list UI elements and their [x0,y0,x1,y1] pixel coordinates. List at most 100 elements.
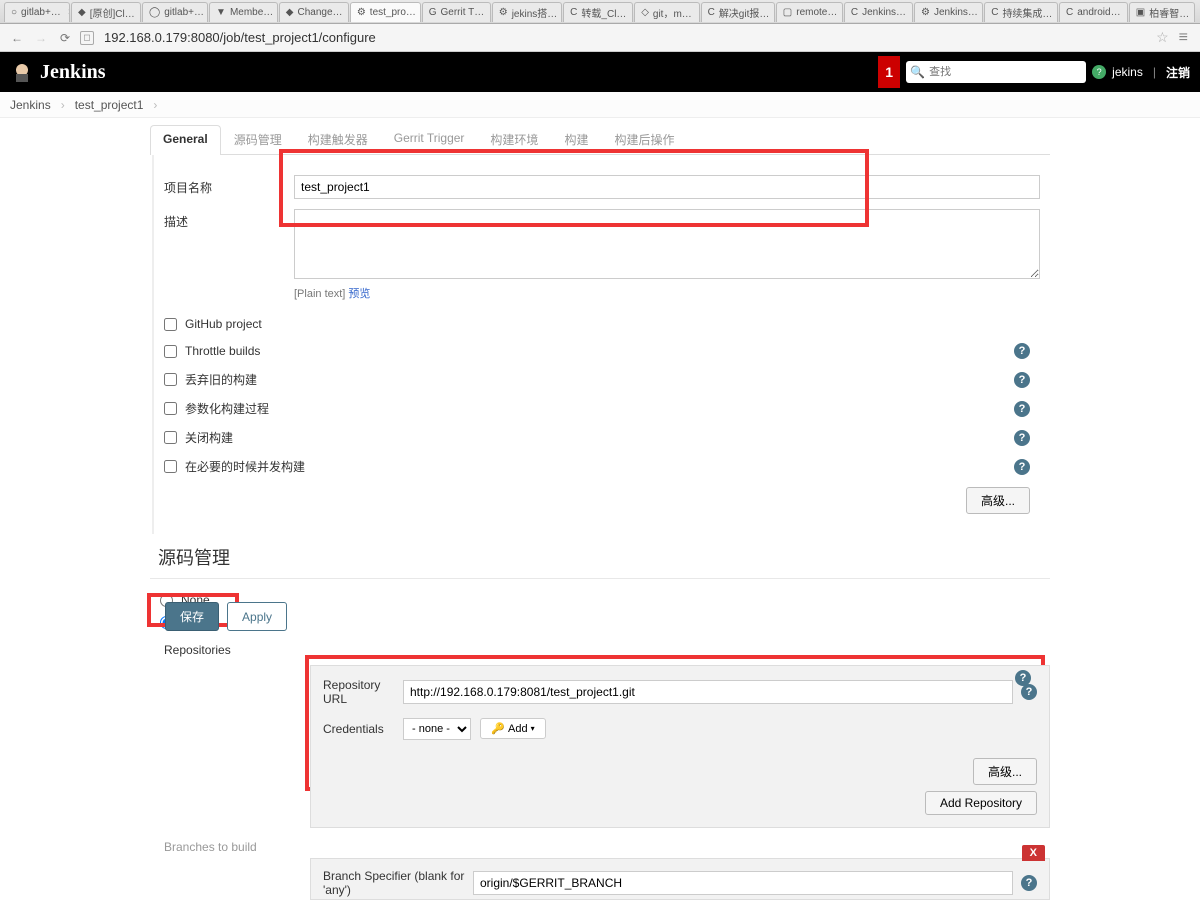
option-checkbox[interactable] [164,345,177,358]
notification-badge[interactable]: 1 [878,56,900,88]
browser-tab[interactable]: ⚙Jenkins…× [914,2,983,22]
browser-menu-icon[interactable]: ≡ [1175,29,1192,47]
config-tab[interactable]: 构建环境 [477,124,551,154]
delete-branch-button[interactable]: X [1022,845,1045,861]
config-tab[interactable]: Gerrit Trigger [381,124,478,154]
help-icon[interactable]: ? [1021,684,1037,700]
browser-tab[interactable]: ○ gitlab+… × [4,2,70,22]
advanced-button[interactable]: 高级... [966,487,1030,514]
apply-button[interactable]: Apply [227,602,287,631]
jenkins-logo-text[interactable]: Jenkins [40,61,106,84]
tab-title: gitlab+… [21,7,61,18]
add-repository-button[interactable]: Add Repository [925,791,1037,815]
browser-tab[interactable]: C转载_Cl…× [563,2,633,22]
help-icon[interactable]: ? [1014,401,1030,417]
nav-back-icon[interactable]: ← [8,29,26,47]
browser-tab[interactable]: ◆ [原创]Cl… × [71,2,141,22]
tab-title: android… [1077,7,1120,18]
search-icon: 🔍 [910,65,925,79]
separator: | [1153,65,1156,79]
tab-favicon: G [429,6,437,18]
chevron-right-icon: › [61,98,65,112]
config-tab[interactable]: 构建后操作 [601,124,687,154]
bookmark-star-icon[interactable]: ☆ [1156,29,1169,46]
user-link[interactable]: jekins [1112,65,1143,79]
browser-tab[interactable]: ⚙jekins搭…× [492,2,562,22]
tab-title: Membe… [230,7,273,18]
search-input[interactable] [929,66,1082,78]
browser-tab[interactable]: C持续集成…× [984,2,1058,22]
close-icon[interactable]: × [68,7,70,18]
tab-favicon: C [1066,6,1073,18]
main-content: General源码管理构建触发器Gerrit Trigger构建环境构建构建后操… [0,124,1200,900]
help-icon[interactable]: ? [1014,430,1030,446]
option-label: 丢弃旧的构建 [185,371,1014,388]
browser-tab[interactable]: ▼Membe…× [209,2,278,22]
credentials-select[interactable]: - none - [403,718,471,740]
jenkins-header: Jenkins 1 🔍 ? jekins | 注销 [0,52,1200,92]
tab-title: Jenkins… [862,7,906,18]
help-icon[interactable]: ? [1021,875,1037,891]
option-label: GitHub project [185,317,1040,331]
option-checkbox[interactable] [164,431,177,444]
option-label: 参数化构建过程 [185,400,1014,417]
close-icon[interactable]: × [699,7,700,18]
browser-tab[interactable]: ⚙test_pro…× [350,2,421,22]
preview-link[interactable]: 预览 [348,288,370,300]
tab-favicon: ⚙ [357,6,366,18]
breadcrumb-item[interactable]: Jenkins [10,98,51,112]
branch-specifier-input[interactable] [473,871,1013,895]
tab-title: Gerrit T… [440,7,484,18]
url-text[interactable]: 192.168.0.179:8080/job/test_project1/con… [100,27,1150,48]
browser-tab[interactable]: ◇git，m…× [634,2,699,22]
tab-favicon: C [708,6,715,18]
checkbox-row: 关闭构建? [164,423,1040,452]
add-label: Add [508,723,528,735]
git-advanced-button[interactable]: 高级... [973,758,1037,785]
config-tab[interactable]: 构建触发器 [295,124,381,154]
nav-reload-icon[interactable]: ⟳ [56,29,74,47]
config-tab[interactable]: 源码管理 [221,124,295,154]
browser-tab[interactable]: Candroid…× [1059,2,1128,22]
option-checkbox[interactable] [164,402,177,415]
config-tab[interactable]: General [150,125,221,155]
tab-title: [原创]Cl… [90,5,135,20]
help-icon[interactable]: ? [1092,65,1106,79]
browser-tab[interactable]: C解决git报…× [701,2,775,22]
tab-favicon: ▣ [1136,6,1145,18]
branch-specifier-label: Branch Specifier (blank for 'any') [323,869,473,897]
tab-title: remote… [796,7,837,18]
browser-tab[interactable]: ▣柏睿智…× [1129,2,1195,22]
tab-title: 持续集成… [1002,5,1052,20]
help-icon[interactable]: ? [1014,343,1030,359]
save-button[interactable]: 保存 [165,602,219,631]
tab-favicon: ○ [11,6,17,18]
option-checkbox[interactable] [164,318,177,331]
repo-url-input[interactable] [403,680,1013,704]
tab-favicon: C [570,6,577,18]
help-icon[interactable]: ? [1014,372,1030,388]
help-icon[interactable]: ? [1015,670,1031,686]
tab-favicon: ▼ [216,6,226,18]
config-tab[interactable]: 构建 [551,124,601,154]
option-checkbox[interactable] [164,460,177,473]
browser-tab[interactable]: ▢remote…× [776,2,843,22]
description-label: 描述 [164,209,294,230]
key-icon: 🔑 [491,722,505,735]
browser-tab[interactable]: ◆Change…× [279,2,349,22]
project-name-input[interactable] [294,175,1040,199]
browser-tab[interactable]: CJenkins…× [844,2,913,22]
add-credentials-button[interactable]: 🔑 Add ▾ [480,718,545,739]
page-icon: ◻ [80,31,94,45]
tab-favicon: ◆ [78,6,86,18]
repo-url-label: Repository URL [323,678,403,706]
tab-favicon: ⚙ [499,6,508,18]
description-textarea[interactable] [294,209,1040,279]
browser-tab[interactable]: ◯gitlab+…× [142,2,208,22]
option-checkbox[interactable] [164,373,177,386]
breadcrumb-item[interactable]: test_project1 [75,98,144,112]
logout-link[interactable]: 注销 [1166,64,1190,81]
browser-tab[interactable]: GGerrit T…× [422,2,491,22]
help-icon[interactable]: ? [1014,459,1030,475]
browser-address-bar: ← → ⟳ ◻ 192.168.0.179:8080/job/test_proj… [0,24,1200,52]
